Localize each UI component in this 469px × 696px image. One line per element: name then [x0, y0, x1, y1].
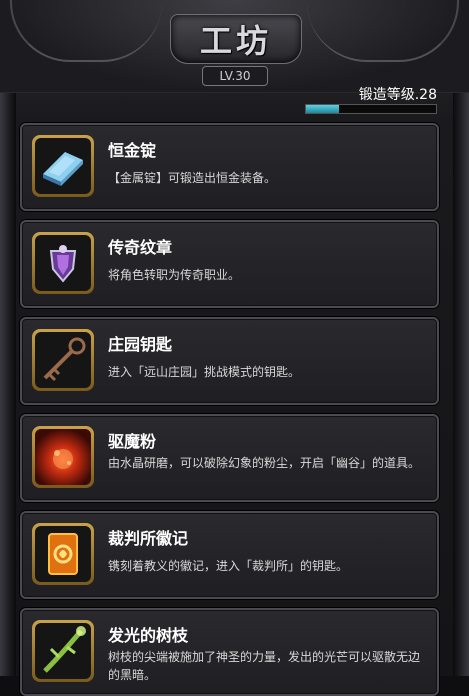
item-name: 裁判所徽记	[108, 529, 189, 548]
item-icon-frame	[32, 329, 94, 391]
forge-progress-fill	[306, 105, 339, 113]
item-icon-frame	[32, 426, 94, 488]
left-border	[0, 80, 16, 676]
header: 工坊 LV.30	[0, 0, 469, 93]
item-desc: 镌刻着教义的徽记，进入「裁判所」的钥匙。	[108, 559, 349, 573]
key-icon	[35, 332, 91, 388]
badge-icon	[35, 526, 91, 582]
forge-progress-bar	[305, 104, 437, 114]
workshop-level: LV.30	[202, 66, 268, 86]
title-plate: 工坊	[170, 14, 302, 64]
item-desc: 【金属锭】可锻造出恒金装备。	[108, 171, 277, 185]
ingot-icon	[35, 138, 91, 194]
emblem-icon	[35, 235, 91, 291]
item-icon-frame	[32, 523, 94, 585]
list-item-key[interactable]: 庄园钥匙 进入「远山庄园」挑战模式的钥匙。	[20, 317, 439, 405]
list-item-powder[interactable]: 驱魔粉 由水晶研磨，可以破除幻象的粉尘，开启「幽谷」的道具。	[20, 414, 439, 502]
item-desc: 树枝的尖端被施加了神圣的力量，发出的光芒可以驱散无边的黑暗。	[108, 650, 421, 682]
item-desc: 由水晶研磨，可以破除幻象的粉尘，开启「幽谷」的道具。	[108, 456, 421, 470]
powder-icon	[35, 429, 91, 485]
item-name: 发光的树枝	[108, 626, 189, 645]
page-title: 工坊	[199, 22, 272, 60]
item-desc: 将角色转职为传奇职业。	[108, 268, 241, 282]
item-name: 庄园钥匙	[108, 335, 173, 354]
item-name: 传奇纹章	[108, 238, 173, 257]
branch-icon	[35, 623, 91, 679]
ornament-left	[10, 0, 162, 62]
list-item-branch[interactable]: 发光的树枝 树枝的尖端被施加了神圣的力量，发出的光芒可以驱散无边的黑暗。	[20, 608, 439, 696]
list-item-badge[interactable]: 裁判所徽记 镌刻着教义的徽记，进入「裁判所」的钥匙。	[20, 511, 439, 599]
list-item-emblem[interactable]: 传奇纹章 将角色转职为传奇职业。	[20, 220, 439, 308]
item-name: 驱魔粉	[108, 432, 157, 451]
item-name: 恒金锭	[108, 141, 157, 160]
item-icon-frame	[32, 232, 94, 294]
item-icon-frame	[32, 620, 94, 682]
item-icon-frame	[32, 135, 94, 197]
ornament-right	[307, 0, 459, 62]
item-desc: 进入「远山庄园」挑战模式的钥匙。	[108, 365, 301, 379]
forge-level-label: 锻造等级.28	[358, 87, 437, 103]
right-border	[453, 80, 469, 676]
list-item-ingot[interactable]: 恒金锭 【金属锭】可锻造出恒金装备。	[20, 123, 439, 211]
